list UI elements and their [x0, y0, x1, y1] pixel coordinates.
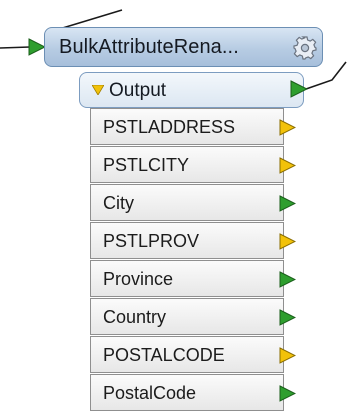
attribute-row-province[interactable]: Province [90, 260, 296, 297]
attribute-label: PostalCode [103, 383, 197, 403]
attribute-label: PSTLPROV [103, 231, 200, 251]
attribute-row-pstlprov[interactable]: PSTLPROV [90, 222, 296, 259]
output-port-arrow-icon[interactable] [290, 80, 308, 98]
attribute-label: PSTLADDRESS [103, 117, 236, 137]
attribute-row-country[interactable]: Country [90, 298, 296, 335]
incoming-connection-left [0, 46, 31, 49]
attribute-port-arrow-icon[interactable] [279, 195, 296, 212]
gear-icon[interactable] [292, 35, 318, 61]
attribute-label: City [103, 193, 134, 213]
output-label: Output [109, 80, 167, 101]
attribute-row-postalcode[interactable]: PostalCode [90, 374, 296, 411]
triangle-down-icon[interactable] [92, 85, 104, 95]
attribute-port-arrow-icon[interactable] [279, 157, 296, 174]
transformer-title: BulkAttributeRena... [59, 36, 239, 58]
transformer-node-header[interactable]: BulkAttributeRena... [44, 27, 323, 67]
output-port-group[interactable]: Output [79, 72, 304, 108]
attribute-row-pstlcity[interactable]: PSTLCITY [90, 146, 296, 183]
attribute-port-arrow-icon[interactable] [279, 233, 296, 250]
workspace-canvas: BulkAttributeRena... Output PSTLADDRESS … [0, 0, 347, 413]
attribute-label: Country [103, 307, 167, 327]
attribute-port-arrow-icon[interactable] [279, 309, 296, 326]
attribute-port-arrow-icon[interactable] [279, 271, 296, 288]
attribute-row-city[interactable]: City [90, 184, 296, 221]
attribute-row-pstladdress[interactable]: PSTLADDRESS [90, 108, 296, 145]
attribute-port-arrow-icon[interactable] [279, 385, 296, 402]
attribute-label: PSTLCITY [103, 155, 190, 175]
attribute-label: POSTALCODE [103, 345, 225, 365]
attribute-port-list: PSTLADDRESS PSTLCITY City PSTLPROV Provi… [90, 108, 296, 412]
attribute-row-postalcode-upper[interactable]: POSTALCODE [90, 336, 296, 373]
attribute-label: Province [103, 269, 174, 289]
attribute-port-arrow-icon[interactable] [279, 347, 296, 364]
attribute-port-arrow-icon[interactable] [279, 119, 296, 136]
